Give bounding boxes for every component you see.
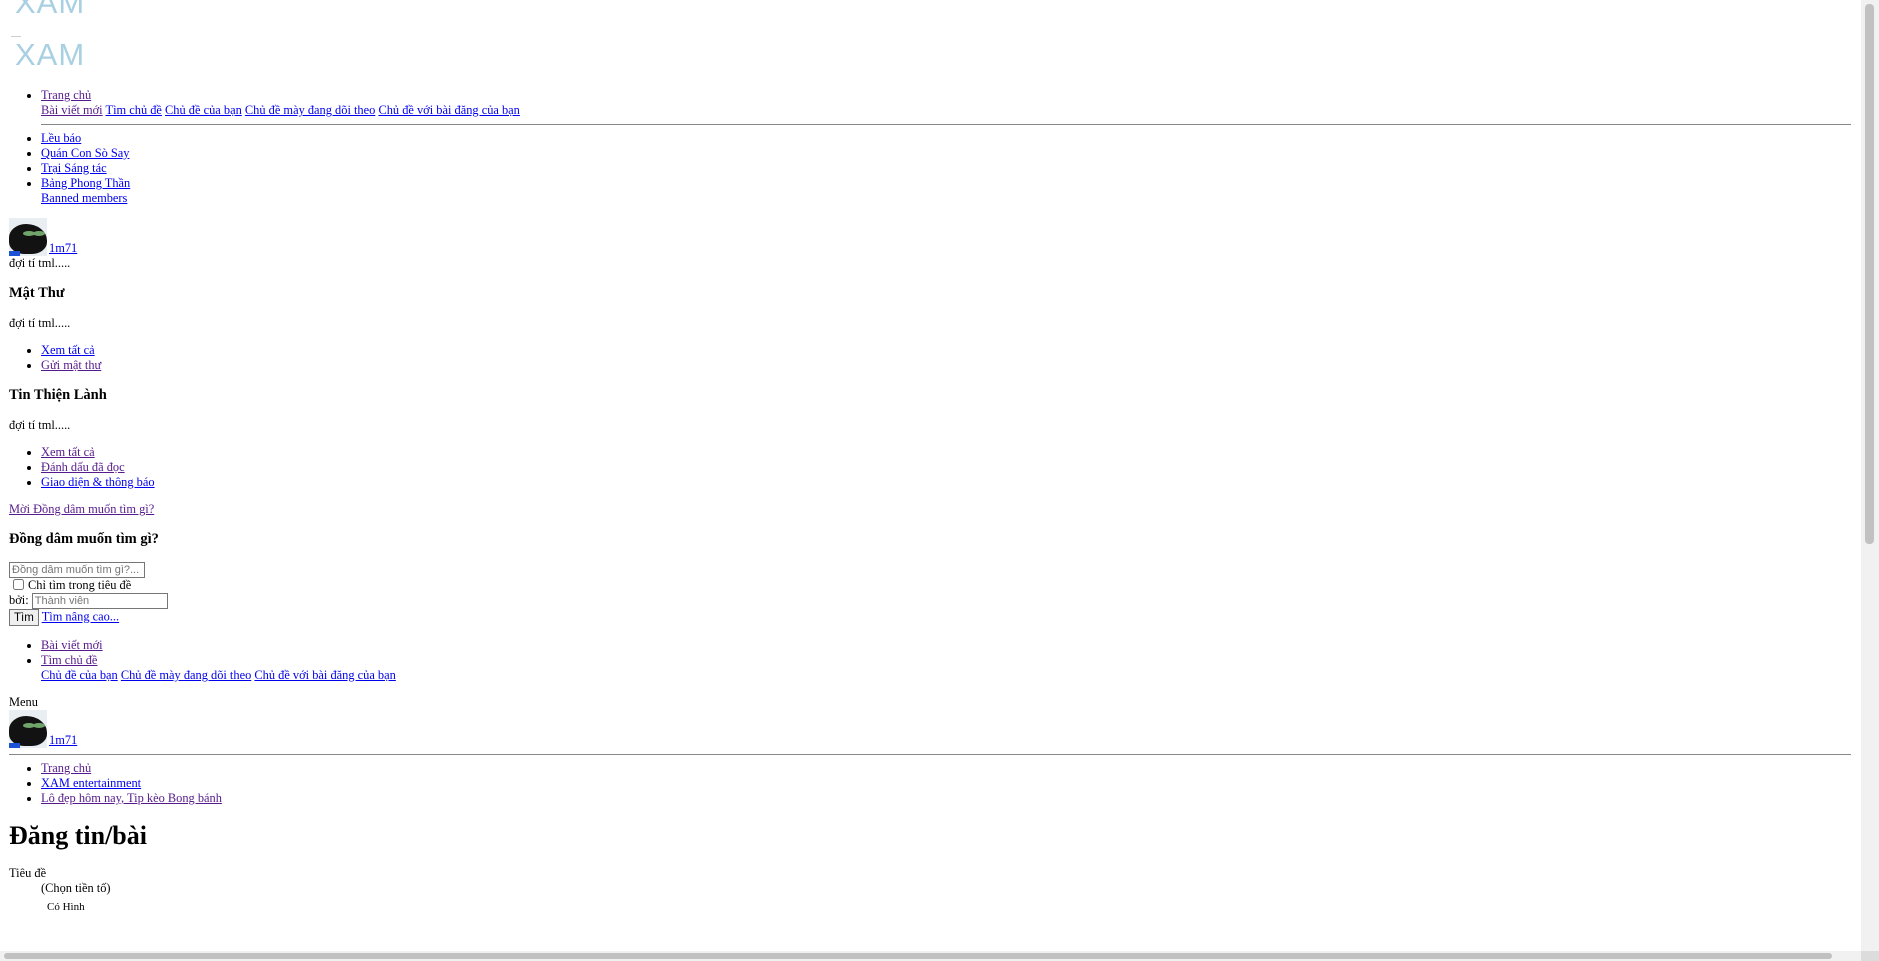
username-link[interactable]: 1m71 [49, 733, 77, 748]
nav-home-link[interactable]: Trang chủ [41, 88, 91, 102]
messages-view-all-link[interactable]: Xem tất cả [41, 343, 95, 357]
title-only-label: Chỉ tìm trong tiêu đề [28, 578, 132, 592]
username-link[interactable]: 1m71 [49, 241, 77, 256]
list-item: Xem tất cả [41, 343, 1857, 358]
breadcrumb-item: Lô đẹp hôm nay, Tip kèo Bong bánh [41, 791, 1857, 806]
account-link-mobile[interactable]: 1m71 [9, 710, 1857, 748]
breadcrumb-home-link[interactable]: Trang chủ [41, 761, 91, 775]
your-threads-link[interactable]: Chủ đề của bạn [41, 668, 118, 682]
logo-text[interactable]: XAM [15, 38, 85, 72]
forum-list: Lều báo Quán Con Sò Say Trại Sáng tác Bả… [9, 131, 1857, 206]
avatar[interactable] [9, 710, 47, 748]
list-item: Tìm chủ đề Chủ đề của bạn Chủ đề mày đan… [41, 653, 1857, 683]
vertical-scrollbar-thumb[interactable] [1865, 4, 1874, 544]
member-input[interactable] [31, 593, 168, 609]
forum-item: Lều báo [41, 131, 1857, 146]
content-divider [9, 754, 1851, 755]
mark-read-link[interactable]: Đánh dấu đã đọc [41, 460, 125, 474]
nav-home-sublinks: Bài viết mới Tìm chủ đề Chủ đề của bạn C… [41, 103, 520, 117]
search-heading: Đồng dâm muốn tìm gì? [9, 531, 159, 547]
forum-item: Bảng Phong Thần Banned members [41, 176, 1857, 206]
breadcrumb-item: Trang chủ [41, 761, 1857, 776]
list-item: Bài viết mới [41, 638, 1857, 653]
messages-heading: Mật Thư [9, 285, 65, 301]
nav-threads-with-your-posts-link[interactable]: Chủ đề với bài đăng của bạn [378, 103, 519, 117]
banned-members-link[interactable]: Banned members [41, 191, 127, 205]
forum-link-leu-bao[interactable]: Lều báo [41, 131, 81, 145]
by-member-label: bởi: [9, 593, 29, 607]
list-item: Đánh dấu đã đọc [41, 460, 1857, 475]
nav-divider [41, 124, 1851, 125]
horizontal-scrollbar-thumb[interactable] [4, 953, 1832, 959]
nav-new-posts-link[interactable]: Bài viết mới [41, 103, 103, 117]
nav-watched-threads-link[interactable]: Chủ đề mày đang dõi theo [245, 103, 375, 117]
search-toggle-link[interactable]: Mời Đồng dâm muốn tìm gì? [9, 502, 154, 516]
watched-threads-link[interactable]: Chủ đề mày đang dõi theo [121, 668, 251, 682]
breadcrumb: Trang chủ XAM entertainment Lô đẹp hôm n… [9, 761, 1857, 806]
alerts-heading: Tin Thiện Lành [9, 387, 107, 403]
nav-item-home: Trang chủ Bài viết mới Tìm chủ đề Chủ đề… [41, 88, 1857, 118]
search-input[interactable] [9, 562, 145, 578]
forum-link-trai-sang-tac[interactable]: Trại Sáng tác [41, 161, 107, 175]
find-threads-link[interactable]: Tìm chủ đề [41, 653, 97, 667]
logo-text-top[interactable]: XAM [15, 0, 85, 20]
title-field-label: Tiêu đề [9, 866, 47, 880]
prefix-selected-value[interactable]: (Chọn tiền tố) [41, 881, 1857, 896]
messages-links: Xem tất cả Gửi mật thư [9, 343, 1857, 373]
forum-item: Quán Con Sò Say [41, 146, 1857, 161]
threads-with-your-posts-link[interactable]: Chủ đề với bài đăng của bạn [254, 668, 395, 682]
alerts-links: Xem tất cả Đánh dấu đã đọc Giao diện & t… [9, 445, 1857, 490]
list-item: Gửi mật thư [41, 358, 1857, 373]
prefix-option[interactable]: Có Hình [41, 900, 1857, 915]
alerts-loading-text: đợi tí tml..... [9, 418, 71, 432]
menu-label[interactable]: Menu [9, 695, 1857, 710]
account-loading-text: đợi tí tml..... [9, 256, 71, 270]
breadcrumb-category-link[interactable]: XAM entertainment [41, 776, 141, 790]
forum-link-quan-con-so-say[interactable]: Quán Con Sò Say [41, 146, 129, 160]
title-only-checkbox[interactable] [13, 579, 24, 590]
logo-area: XAM XAM [9, 0, 1857, 88]
scrollbar-corner [1861, 951, 1879, 961]
preferences-link[interactable]: Giao diện & thông báo [41, 475, 155, 489]
horizontal-scrollbar[interactable] [0, 951, 1861, 961]
top-nav: Trang chủ Bài viết mới Tìm chủ đề Chủ đề… [9, 88, 1857, 118]
page-title: Đăng tin/bài [9, 821, 147, 850]
vertical-scrollbar[interactable] [1861, 0, 1879, 951]
search-form: Chỉ tìm trong tiêu đề bởi: Tìm Tìm nâng … [9, 562, 1857, 626]
forum-link-bang-phong-than[interactable]: Bảng Phong Thần [41, 176, 130, 190]
nav-find-threads-link[interactable]: Tìm chủ đề [106, 103, 162, 117]
new-posts-link[interactable]: Bài viết mới [41, 638, 103, 652]
avatar[interactable] [9, 218, 47, 256]
whats-new-list: Bài viết mới Tìm chủ đề Chủ đề của bạn C… [9, 638, 1857, 683]
forum-item: Trại Sáng tác [41, 161, 1857, 176]
send-message-link[interactable]: Gửi mật thư [41, 358, 101, 372]
breadcrumb-item: XAM entertainment [41, 776, 1857, 791]
title-only-option[interactable]: Chỉ tìm trong tiêu đề [9, 578, 131, 592]
prefix-select[interactable]: (Chọn tiền tố) Có Hình [9, 881, 1857, 915]
alerts-view-all-link[interactable]: Xem tất cả [41, 445, 95, 459]
list-item: Giao diện & thông báo [41, 475, 1857, 490]
search-submit-button[interactable]: Tìm [9, 609, 39, 626]
account-link[interactable]: 1m71 [9, 218, 1857, 256]
page: XAM XAM Trang chủ Bài viết mới Tìm chủ đ… [9, 0, 1857, 951]
nav-your-threads-link[interactable]: Chủ đề của bạn [165, 103, 242, 117]
advanced-search-link[interactable]: Tìm nâng cao... [42, 610, 119, 624]
messages-loading-text: đợi tí tml..... [9, 316, 71, 330]
breadcrumb-forum-link[interactable]: Lô đẹp hôm nay, Tip kèo Bong bánh [41, 791, 222, 805]
list-item: Xem tất cả [41, 445, 1857, 460]
